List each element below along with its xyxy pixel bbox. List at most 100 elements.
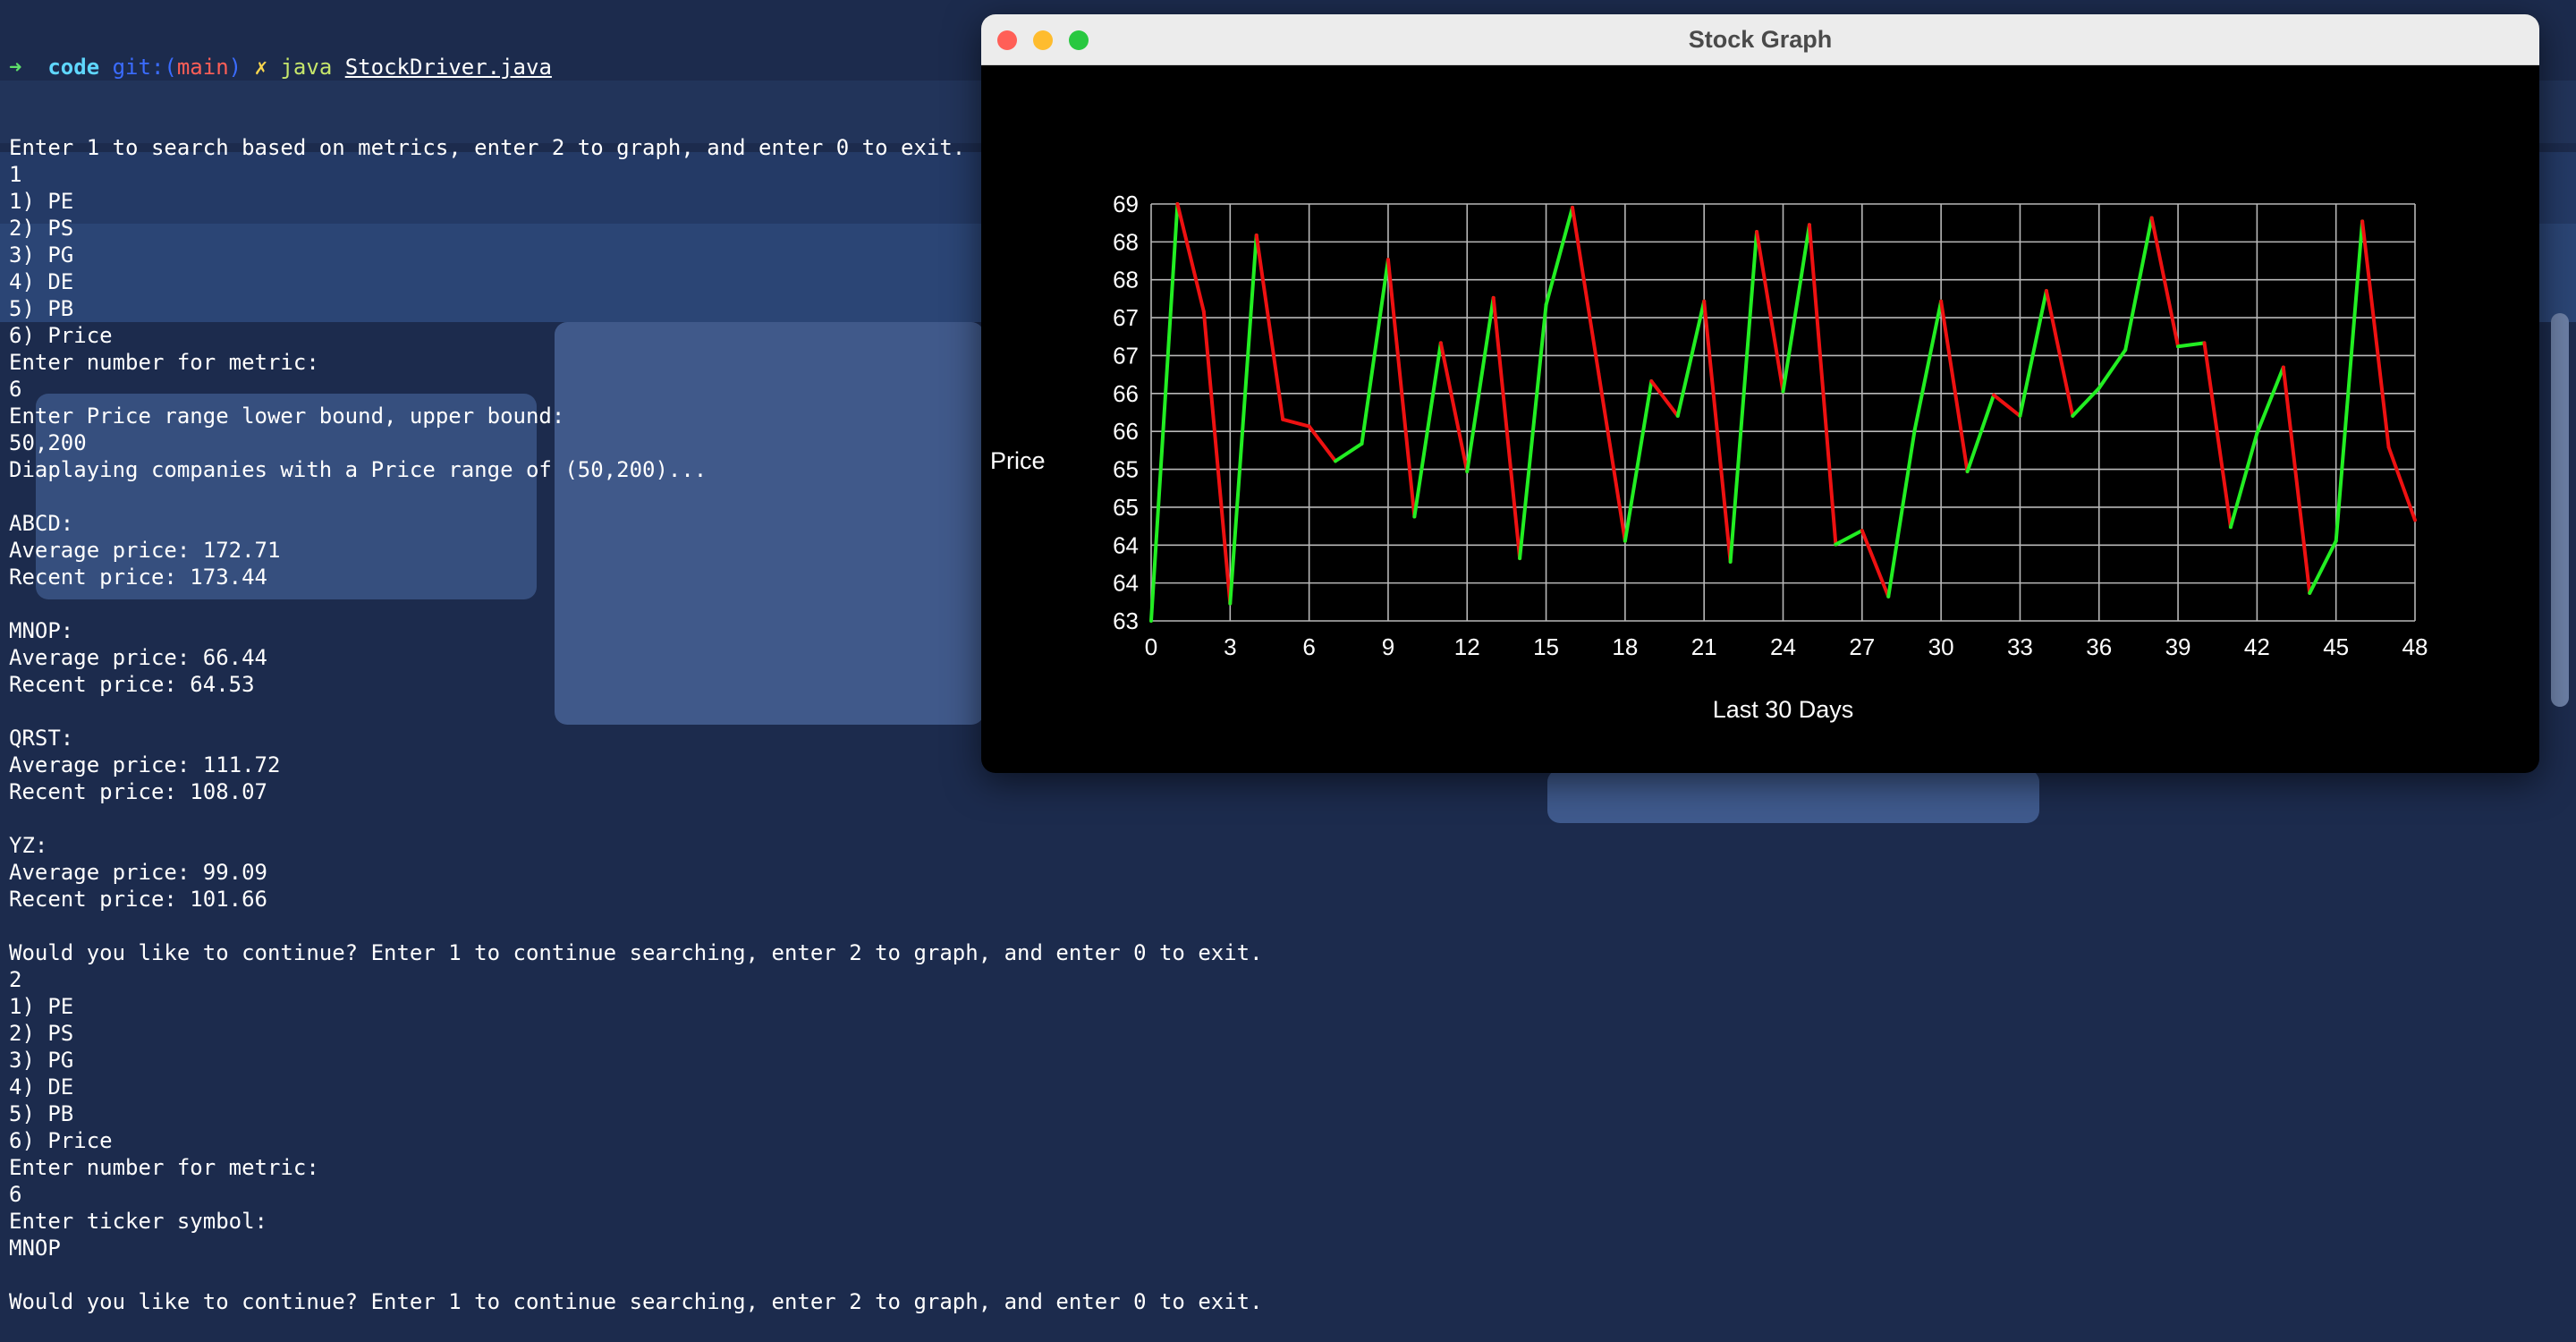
price-line-segment bbox=[2360, 219, 2391, 449]
price-line-segment bbox=[2018, 289, 2048, 418]
background-scrollbar bbox=[2551, 313, 2569, 707]
terminal-line: 2 bbox=[9, 967, 22, 992]
price-line-segment bbox=[2044, 289, 2075, 418]
price-line-segment bbox=[1438, 341, 1470, 474]
terminal-line: 5) PB bbox=[9, 1101, 74, 1126]
prompt-branch: main bbox=[176, 55, 229, 80]
price-line-segment bbox=[1728, 230, 1759, 564]
background-card bbox=[1547, 769, 2039, 823]
price-line-segment bbox=[1834, 529, 1864, 547]
price-line-segment bbox=[1623, 379, 1654, 543]
terminal-line: 4) DE bbox=[9, 1074, 74, 1100]
window-titlebar[interactable]: Stock Graph bbox=[981, 14, 2539, 65]
price-line-segment bbox=[1807, 223, 1838, 547]
terminal-line: Enter ticker symbol: bbox=[9, 1209, 267, 1234]
y-tick-label: 67 bbox=[1113, 342, 1139, 369]
stock-graph-window[interactable]: Stock Graph 0 3 6 9 12 15 18 21 24 27 30 33 36 39 42 45… bbox=[981, 14, 2539, 773]
y-tick-label: 64 bbox=[1113, 570, 1139, 597]
price-line-segment bbox=[2123, 216, 2154, 352]
price-line-segment bbox=[1886, 428, 1917, 599]
terminal-line: 6) Price bbox=[9, 1128, 113, 1153]
price-line-segment bbox=[1781, 223, 1811, 394]
x-axis-label: Last 30 Days bbox=[1713, 696, 1854, 723]
x-tick-label: 33 bbox=[2007, 633, 2033, 660]
price-line-segment bbox=[1571, 205, 1601, 377]
price-line-segment bbox=[1992, 393, 2022, 418]
chart-area: 0 3 6 9 12 15 18 21 24 27 30 33 36 39 42 45 48 63 64 64 65 65… bbox=[981, 64, 2539, 773]
price-line-segment bbox=[2149, 216, 2181, 349]
x-tick-label: 9 bbox=[1382, 633, 1394, 660]
y-tick-label: 66 bbox=[1113, 418, 1139, 445]
prompt-arrow-icon: ➜ bbox=[9, 55, 22, 80]
terminal-line: Average price: 99.09 bbox=[9, 860, 267, 885]
price-line-segment bbox=[1228, 233, 1258, 606]
price-line-segment bbox=[2386, 445, 2417, 522]
x-tick-label: 45 bbox=[2323, 633, 2349, 660]
x-tick-label: 30 bbox=[1928, 633, 1954, 660]
price-line-segment bbox=[1465, 295, 1496, 474]
y-tick-label: 65 bbox=[1113, 456, 1139, 483]
window-title: Stock Graph bbox=[1688, 26, 1833, 53]
terminal-line: Recent price: 101.66 bbox=[9, 887, 267, 912]
price-line-segment bbox=[2308, 539, 2338, 595]
price-line-segment bbox=[1912, 299, 1944, 432]
price-line-segment bbox=[1360, 258, 1390, 446]
price-line-segment bbox=[2334, 219, 2365, 543]
terminal-line: 3) PG bbox=[9, 1048, 74, 1073]
price-line-segment bbox=[1755, 230, 1785, 394]
price-line-segment bbox=[1334, 441, 1364, 463]
price-line-segment bbox=[1939, 299, 1970, 474]
prompt-directory: code bbox=[47, 55, 100, 80]
x-tick-label: 0 bbox=[1145, 633, 1157, 660]
price-line-segment bbox=[1254, 233, 1285, 421]
price-line-segment bbox=[1491, 295, 1522, 561]
x-tick-label: 42 bbox=[2244, 633, 2270, 660]
x-tick-label: 18 bbox=[1612, 633, 1638, 660]
prompt-dirty-icon: ✗ bbox=[254, 55, 268, 80]
y-tick-label: 65 bbox=[1113, 494, 1139, 521]
price-line-segment bbox=[1175, 202, 1206, 314]
y-tick-label: 63 bbox=[1113, 607, 1139, 634]
y-tick-label: 68 bbox=[1113, 267, 1139, 293]
x-tick-label: 6 bbox=[1302, 633, 1315, 660]
y-axis-label: Price bbox=[990, 447, 1046, 474]
x-tick-label: 39 bbox=[2165, 633, 2191, 660]
price-line-segment bbox=[2255, 365, 2285, 436]
x-tick-label: 15 bbox=[1533, 633, 1559, 660]
terminal-line: Would you like to continue? Enter 1 to c… bbox=[9, 940, 1263, 965]
x-tick-label: 36 bbox=[2086, 633, 2112, 660]
price-line-segment bbox=[2202, 341, 2233, 530]
y-tick-label: 69 bbox=[1113, 191, 1139, 217]
prompt-git-close: ) bbox=[228, 55, 242, 80]
price-line-segment bbox=[1281, 417, 1311, 429]
price-line-segment bbox=[1649, 379, 1680, 418]
x-tick-label: 48 bbox=[2402, 633, 2428, 660]
x-tick-label: 12 bbox=[1454, 633, 1480, 660]
terminal-line: 1) PE bbox=[9, 994, 74, 1019]
x-tick-label: 24 bbox=[1770, 633, 1796, 660]
price-line-segment bbox=[1860, 529, 1891, 599]
x-tick-label: 3 bbox=[1224, 633, 1236, 660]
y-tick-label: 68 bbox=[1113, 228, 1139, 255]
price-line-segment bbox=[2228, 431, 2259, 530]
price-line-segment bbox=[1675, 299, 1707, 418]
price-chart: 0 3 6 9 12 15 18 21 24 27 30 33 36 39 42 45 486364646565… bbox=[990, 191, 2428, 723]
price-line-segment bbox=[1965, 393, 1996, 474]
price-line-segment bbox=[1412, 341, 1443, 519]
terminal-line: 6 bbox=[9, 1182, 22, 1207]
terminal-line: YZ: bbox=[9, 833, 48, 858]
x-tick-label: 21 bbox=[1691, 633, 1717, 660]
terminal-line: Recent price: 108.07 bbox=[9, 779, 267, 804]
price-line-segment bbox=[1597, 372, 1627, 543]
terminal-line: Enter number for metric: bbox=[9, 1155, 319, 1180]
price-line-segment bbox=[2071, 386, 2101, 418]
prompt-file: StockDriver.java bbox=[344, 55, 552, 80]
y-tick-label: 64 bbox=[1113, 531, 1139, 558]
terminal-line: 2) PS bbox=[9, 1021, 74, 1046]
price-line-segment bbox=[1385, 258, 1417, 519]
prompt-command: java bbox=[280, 55, 333, 80]
terminal-line: Would you like to continue? Enter 1 to c… bbox=[9, 1289, 1263, 1314]
